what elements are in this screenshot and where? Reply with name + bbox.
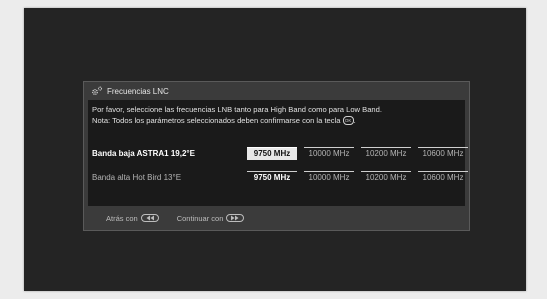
high-band-option-10200[interactable]: 10200 MHz bbox=[361, 171, 411, 184]
high-band-option-10600[interactable]: 10600 MHz bbox=[418, 171, 468, 184]
forward-key-icon bbox=[226, 214, 245, 222]
ok-key-icon: OK bbox=[342, 116, 354, 125]
low-band-option-9750[interactable]: 9750 MHz bbox=[247, 147, 297, 160]
dialog-body: Por favor, seleccione las frecuencias LN… bbox=[88, 100, 468, 206]
continue-button[interactable]: Continuar con bbox=[177, 214, 245, 223]
lnb-frequency-dialog: Frecuencias LNC Por favor, seleccione la… bbox=[83, 81, 470, 231]
gear-icon bbox=[91, 86, 103, 96]
dialog-header: Frecuencias LNC bbox=[84, 82, 469, 100]
low-band-row[interactable]: Banda baja ASTRA1 19,2°E 9750 MHz 10000 … bbox=[92, 147, 468, 161]
high-band-row[interactable]: Banda alta Hot Bird 13°E 9750 MHz 10000 … bbox=[92, 171, 468, 185]
low-band-option-10600[interactable]: 10600 MHz bbox=[418, 147, 468, 160]
dialog-title: Frecuencias LNC bbox=[107, 86, 169, 96]
back-label: Atrás con bbox=[106, 213, 138, 223]
high-band-option-10000[interactable]: 10000 MHz bbox=[304, 171, 354, 184]
tv-screen: Frecuencias LNC Por favor, seleccione la… bbox=[24, 8, 526, 291]
rewind-key-icon bbox=[140, 214, 159, 222]
intro-line-2-end: . bbox=[353, 115, 356, 125]
high-band-option-9750[interactable]: 9750 MHz bbox=[247, 171, 297, 184]
high-band-label: Banda alta Hot Bird 13°E bbox=[92, 173, 182, 182]
low-band-option-10200[interactable]: 10200 MHz bbox=[361, 147, 411, 160]
dialog-footer: Atrás con Continuar con bbox=[84, 206, 469, 230]
low-band-option-10000[interactable]: 10000 MHz bbox=[304, 147, 354, 160]
back-button[interactable]: Atrás con bbox=[106, 214, 159, 223]
intro-text: Por favor, seleccione las frecuencias LN… bbox=[92, 105, 382, 126]
continue-label: Continuar con bbox=[176, 213, 224, 223]
intro-line-2-text: Nota: Todos los parámetros seleccionados… bbox=[92, 115, 341, 125]
low-band-label: Banda baja ASTRA1 19,2°E bbox=[92, 149, 195, 158]
intro-line-2: Nota: Todos los parámetros seleccionados… bbox=[92, 116, 382, 127]
intro-line-1: Por favor, seleccione las frecuencias LN… bbox=[92, 105, 382, 114]
